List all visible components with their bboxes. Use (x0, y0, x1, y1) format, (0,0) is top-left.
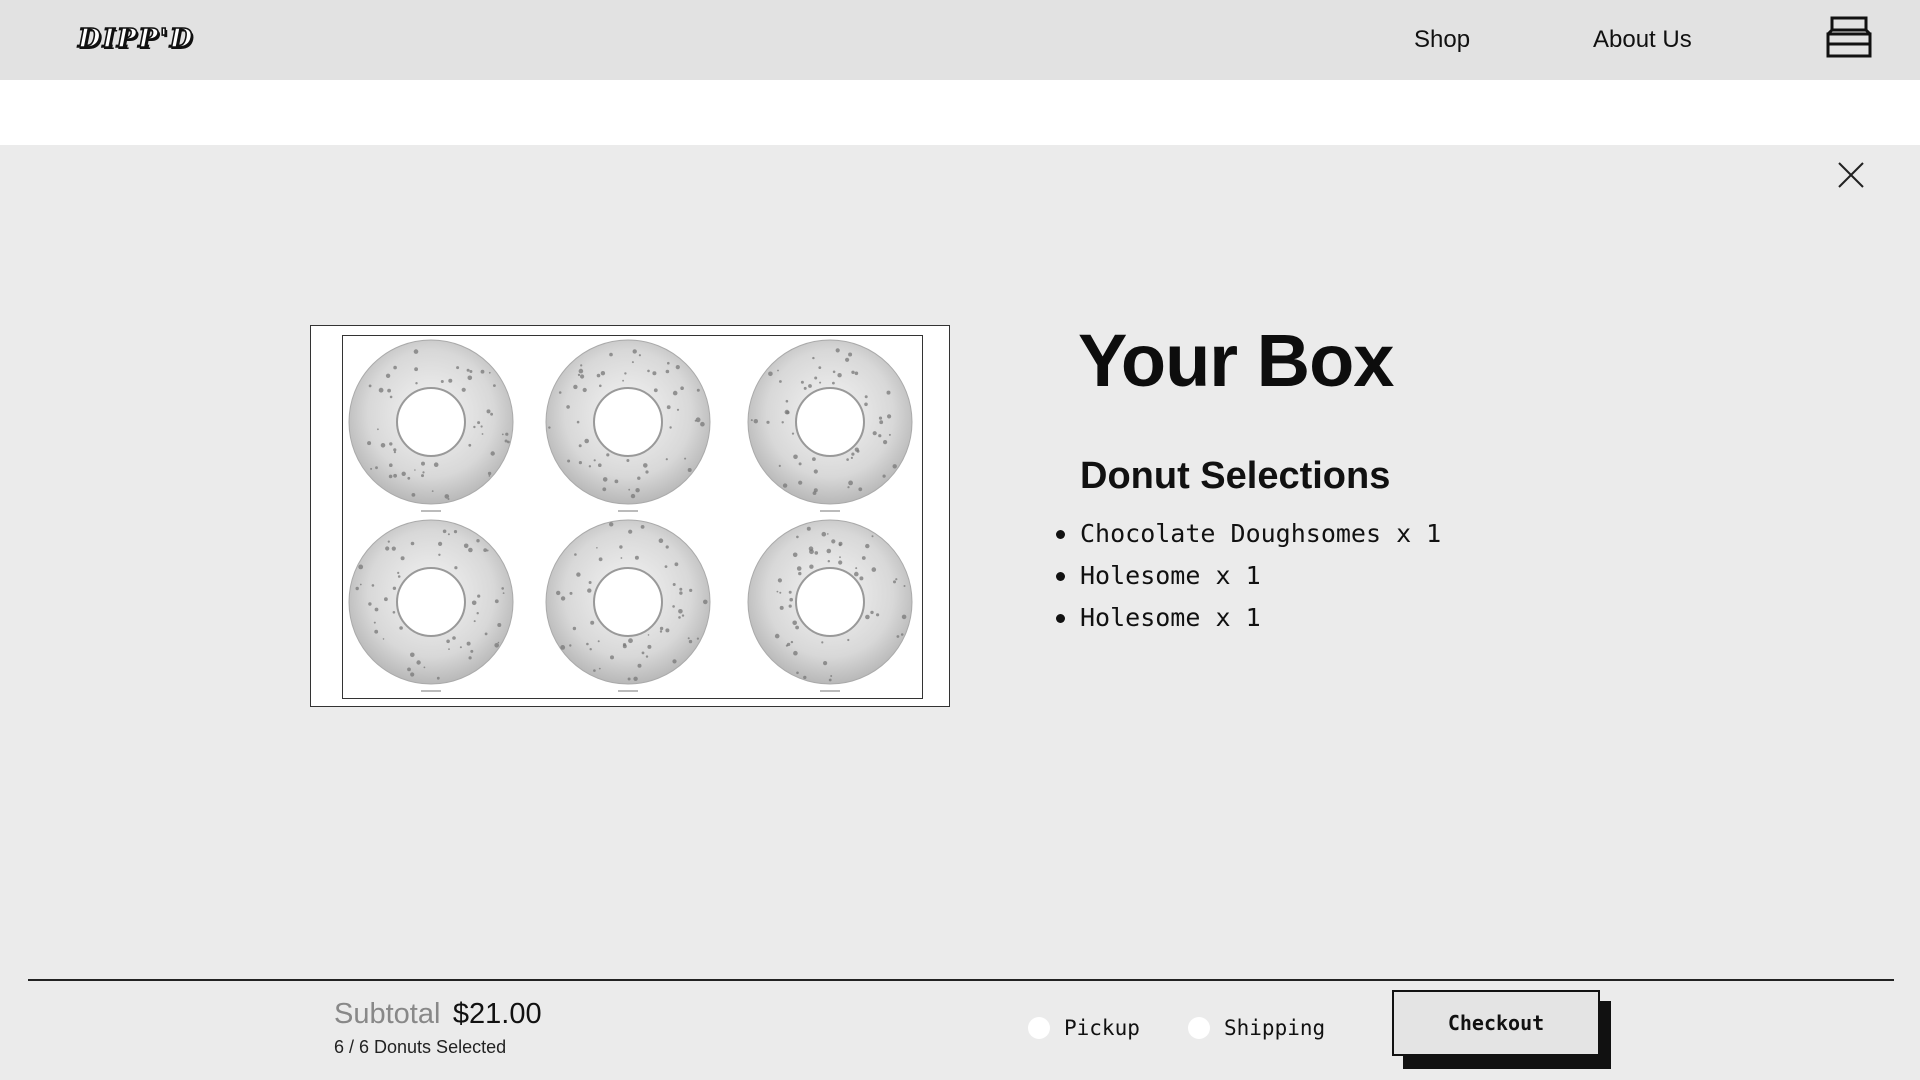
subtotal-label: Subtotal (334, 998, 441, 1030)
nav-link-shop[interactable]: Shop (1414, 26, 1470, 54)
donut-image (544, 338, 712, 516)
donut-box-tray (342, 335, 923, 699)
selections-heading: Donut Selections (1080, 455, 1391, 497)
subtotal-value: $21.00 (452, 998, 542, 1030)
header-spacer (0, 80, 1920, 145)
donut-selections-list: Chocolate Doughsomes x 1 Holesome x 1 Ho… (1056, 515, 1441, 641)
donut-image (347, 518, 515, 696)
donut-image (746, 518, 914, 696)
donut-grid (343, 336, 922, 698)
shipping-radio[interactable]: Shipping (1188, 1016, 1325, 1040)
shipping-label: Shipping (1224, 1016, 1326, 1040)
nav-link-about-us[interactable]: About Us (1593, 26, 1692, 54)
subtotal: Subtotal $21.00 (334, 998, 542, 1031)
pickup-radio[interactable]: Pickup (1028, 1016, 1140, 1040)
donut-box-image (310, 325, 950, 707)
donut-image (347, 338, 515, 516)
donut-count-text: 6 / 6 Donuts Selected (334, 1037, 507, 1057)
donut-image (746, 338, 914, 516)
top-nav-bar: DIPP'D Shop About Us (0, 0, 1920, 80)
checkout-button[interactable]: Checkout (1392, 990, 1600, 1056)
pickup-radio-dot[interactable] (1028, 1017, 1050, 1039)
pickup-label: Pickup (1064, 1016, 1140, 1040)
close-icon[interactable] (1836, 160, 1866, 190)
shipping-radio-dot[interactable] (1188, 1017, 1210, 1039)
brand-logo[interactable]: DIPP'D (77, 23, 194, 55)
selection-item: Holesome x 1 (1056, 599, 1441, 641)
donut-image (544, 518, 712, 696)
selection-item: Holesome x 1 (1056, 557, 1441, 599)
selection-item: Chocolate Doughsomes x 1 (1056, 515, 1441, 557)
donut-box-icon[interactable] (1826, 14, 1872, 60)
your-box-panel (0, 145, 1920, 1080)
page-title: Your Box (1078, 319, 1394, 402)
footer-divider (28, 979, 1894, 981)
